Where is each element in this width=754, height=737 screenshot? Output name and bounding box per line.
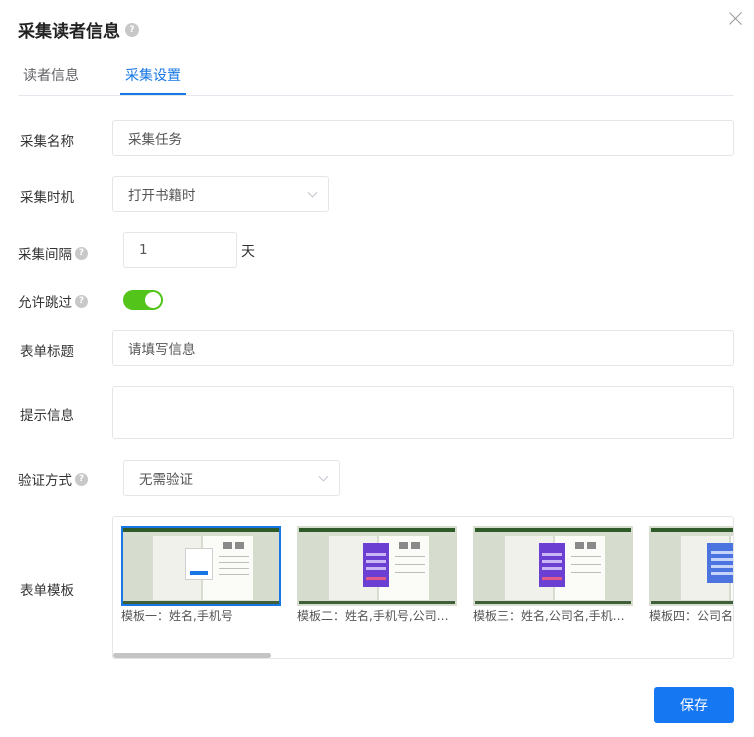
active-tab-indicator (120, 93, 186, 95)
toggle-knob (145, 292, 161, 308)
dialog-title-text: 采集读者信息 (18, 22, 120, 42)
form-title-value: 请填写信息 (128, 342, 196, 358)
name-label-text: 采集名称 (20, 134, 74, 150)
verify-value: 无需验证 (139, 472, 193, 488)
close-icon[interactable] (727, 10, 745, 28)
form-title-label-text: 表单标题 (20, 344, 74, 360)
template-label: 表单模板 (20, 579, 74, 599)
template-card-1[interactable]: 模板一：姓名,手机号 (121, 526, 283, 624)
tab-bar: 读者信息 采集设置 (18, 60, 734, 96)
interval-label-text: 采集间隔 (18, 247, 72, 263)
interval-label: 采集间隔 ? (18, 243, 88, 263)
tab-reader-info[interactable]: 读者信息 (23, 65, 79, 85)
allow-skip-label: 允许跳过 ? (18, 291, 88, 311)
hint-label-text: 提示信息 (20, 408, 74, 424)
template-thumbnail (297, 526, 457, 606)
template-card-3[interactable]: 模板三：姓名,公司名,手机号... (473, 526, 635, 624)
question-circle-icon[interactable]: ? (75, 294, 88, 308)
tab-collect-settings[interactable]: 采集设置 (125, 65, 181, 85)
chevron-down-icon (318, 471, 329, 482)
question-circle-icon[interactable]: ? (75, 246, 88, 260)
form-title-label: 表单标题 (20, 340, 74, 360)
chevron-down-icon (307, 187, 318, 198)
verify-label: 验证方式 ? (18, 469, 88, 489)
allow-skip-toggle[interactable] (123, 290, 163, 310)
question-circle-icon[interactable]: ? (125, 22, 139, 37)
template-list[interactable]: 模板一：姓名,手机号 模板二：姓名,手机号,公司名... 模板三：姓名,公司名,… (112, 516, 734, 659)
collect-name-input[interactable]: 采集任务 (112, 120, 734, 156)
interval-unit: 天 (241, 244, 255, 260)
template-caption: 模板三：姓名,公司名,手机号... (473, 609, 635, 623)
template-caption: 模板四：公司名 (649, 609, 734, 623)
template-thumbnail (649, 526, 733, 606)
template-thumbnail (121, 526, 281, 606)
template-label-text: 表单模板 (20, 583, 74, 599)
interval-input[interactable]: 1 (123, 232, 237, 268)
hint-label: 提示信息 (20, 404, 74, 424)
interval-value: 1 (139, 242, 148, 258)
collect-name-value: 采集任务 (128, 132, 182, 148)
horizontal-scrollbar[interactable] (113, 653, 271, 658)
timing-value: 打开书籍时 (128, 188, 196, 204)
timing-select[interactable]: 打开书籍时 (112, 176, 329, 212)
template-caption: 模板二：姓名,手机号,公司名... (297, 609, 459, 623)
template-caption: 模板一：姓名,手机号 (121, 609, 233, 623)
template-card-2[interactable]: 模板二：姓名,手机号,公司名... (297, 526, 459, 624)
timing-label-text: 采集时机 (20, 190, 74, 206)
dialog-title: 采集读者信息 ? (18, 17, 139, 42)
verify-select[interactable]: 无需验证 (123, 460, 340, 496)
template-thumbnail (473, 526, 633, 606)
form-title-input[interactable]: 请填写信息 (112, 330, 734, 366)
question-circle-icon[interactable]: ? (75, 472, 88, 486)
hint-textarea[interactable] (112, 386, 734, 439)
allow-skip-label-text: 允许跳过 (18, 295, 72, 311)
save-button[interactable]: 保存 (654, 687, 734, 723)
name-label: 采集名称 (20, 130, 74, 150)
verify-label-text: 验证方式 (18, 473, 72, 489)
timing-label: 采集时机 (20, 186, 74, 206)
template-card-4[interactable]: 模板四：公司名 (649, 526, 734, 624)
